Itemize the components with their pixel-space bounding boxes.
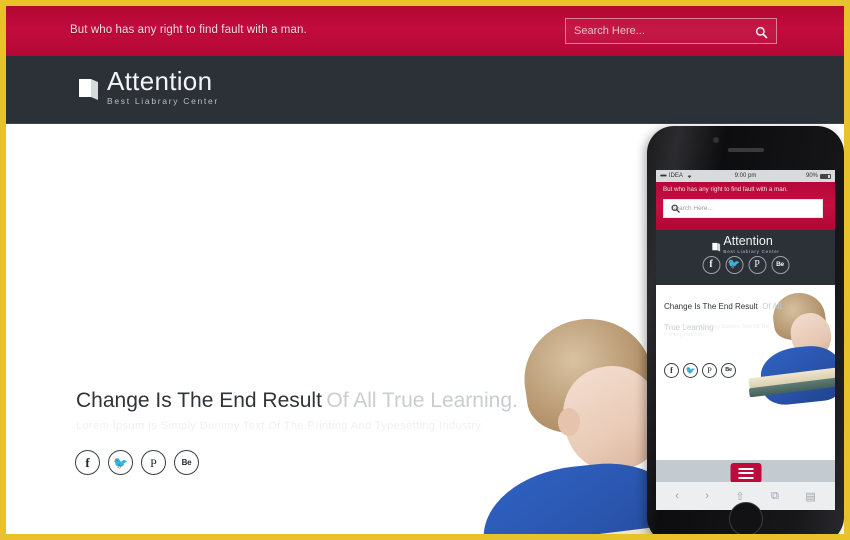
signal-icon: •••• [660,172,667,180]
phone-hero-section: Change Is The End Result Of All True Lea… [656,285,835,460]
phone-logo-subtitle: Best Liabrary Center [723,248,780,254]
facebook-icon[interactable]: f [75,450,100,475]
phone-logo-title: Attention [723,234,773,248]
forward-icon[interactable]: › [705,490,709,502]
battery-percent: 90% [805,173,818,179]
clock-label: 9:00 pm [734,173,757,179]
phone-search-box[interactable]: Search Here... [663,199,823,218]
wifi-icon [687,175,692,179]
behance-icon[interactable]: Be [771,256,789,274]
phone-announcement-bar: But who has any right to find fault with… [656,182,835,230]
announcement-text: But who has any right to find fault with… [70,24,307,36]
hero-social-links: f 🐦 P Be [75,450,199,475]
site-logo[interactable]: Attention Best Liabrary Center [78,68,219,106]
share-icon[interactable]: ⇧ [735,490,744,503]
twitter-icon[interactable]: 🐦 [108,450,133,475]
phone-screen: •••• IDEA 9:00 pm 90% But who has any ri… [656,170,835,510]
phone-header: Attention Best Liabrary Center f 🐦 P Be [656,230,835,285]
home-button[interactable] [728,502,763,534]
hamburger-menu-icon[interactable] [730,463,761,483]
site-header: Attention Best Liabrary Center Contact U… [6,56,844,153]
facebook-icon[interactable]: f [702,256,720,274]
behance-icon[interactable]: Be [174,450,199,475]
search-input[interactable] [574,19,744,43]
template-preview-frame: But who has any right to find fault with… [6,6,844,534]
pinterest-icon[interactable]: P [748,256,766,274]
book-icon [78,77,100,101]
tabs-icon[interactable]: ⧉ [771,490,779,503]
pinterest-icon[interactable]: P [141,450,166,475]
phone-status-bar: •••• IDEA 9:00 pm 90% [656,170,835,182]
logo-title: Attention [107,66,213,96]
search-box[interactable] [565,18,777,44]
facebook-icon[interactable]: f [664,363,679,378]
back-icon[interactable]: ‹ [675,490,679,502]
phone-hero-subline: Lorem Ipsum Is Simply Dummy Text Of The … [664,324,771,339]
top-announcement-bar: But who has any right to find fault with… [6,6,844,56]
front-camera-icon [712,137,719,143]
search-button[interactable] [752,23,770,41]
earpiece-speaker [727,148,764,152]
book-icon [711,239,720,252]
bookmarks-icon[interactable]: ▤ [805,490,815,503]
battery-icon [820,173,831,179]
behance-icon[interactable]: Be [721,363,736,378]
phone-site-logo[interactable]: Attention Best Liabrary Center [711,235,779,254]
phone-headline-strong: Change Is The End Result [664,302,758,311]
search-icon [755,26,767,38]
pinterest-icon[interactable]: P [702,363,717,378]
hero-headline-faded: Of All True Learning. [326,389,518,412]
phone-hero-social-links: f 🐦 P Be [664,363,736,378]
carrier-label: IDEA [668,173,683,179]
twitter-icon[interactable]: 🐦 [683,363,698,378]
hero-subline: Lorem Ipsum Is Simply Dummy Text Of The … [76,420,484,432]
battery-status: 90% [806,173,831,179]
hero-headline-strong: Change Is The End Result [76,389,322,412]
logo-subtitle: Best Liabrary Center [107,96,219,106]
phone-announcement-text: But who has any right to find fault with… [663,186,788,193]
twitter-icon[interactable]: 🐦 [725,256,743,274]
hero-headline: Change Is The End Result Of All True Lea… [76,389,518,413]
search-icon[interactable] [671,204,816,215]
phone-header-social-links: f 🐦 P Be [702,256,789,274]
phone-mockup: •••• IDEA 9:00 pm 90% But who has any ri… [647,126,844,534]
